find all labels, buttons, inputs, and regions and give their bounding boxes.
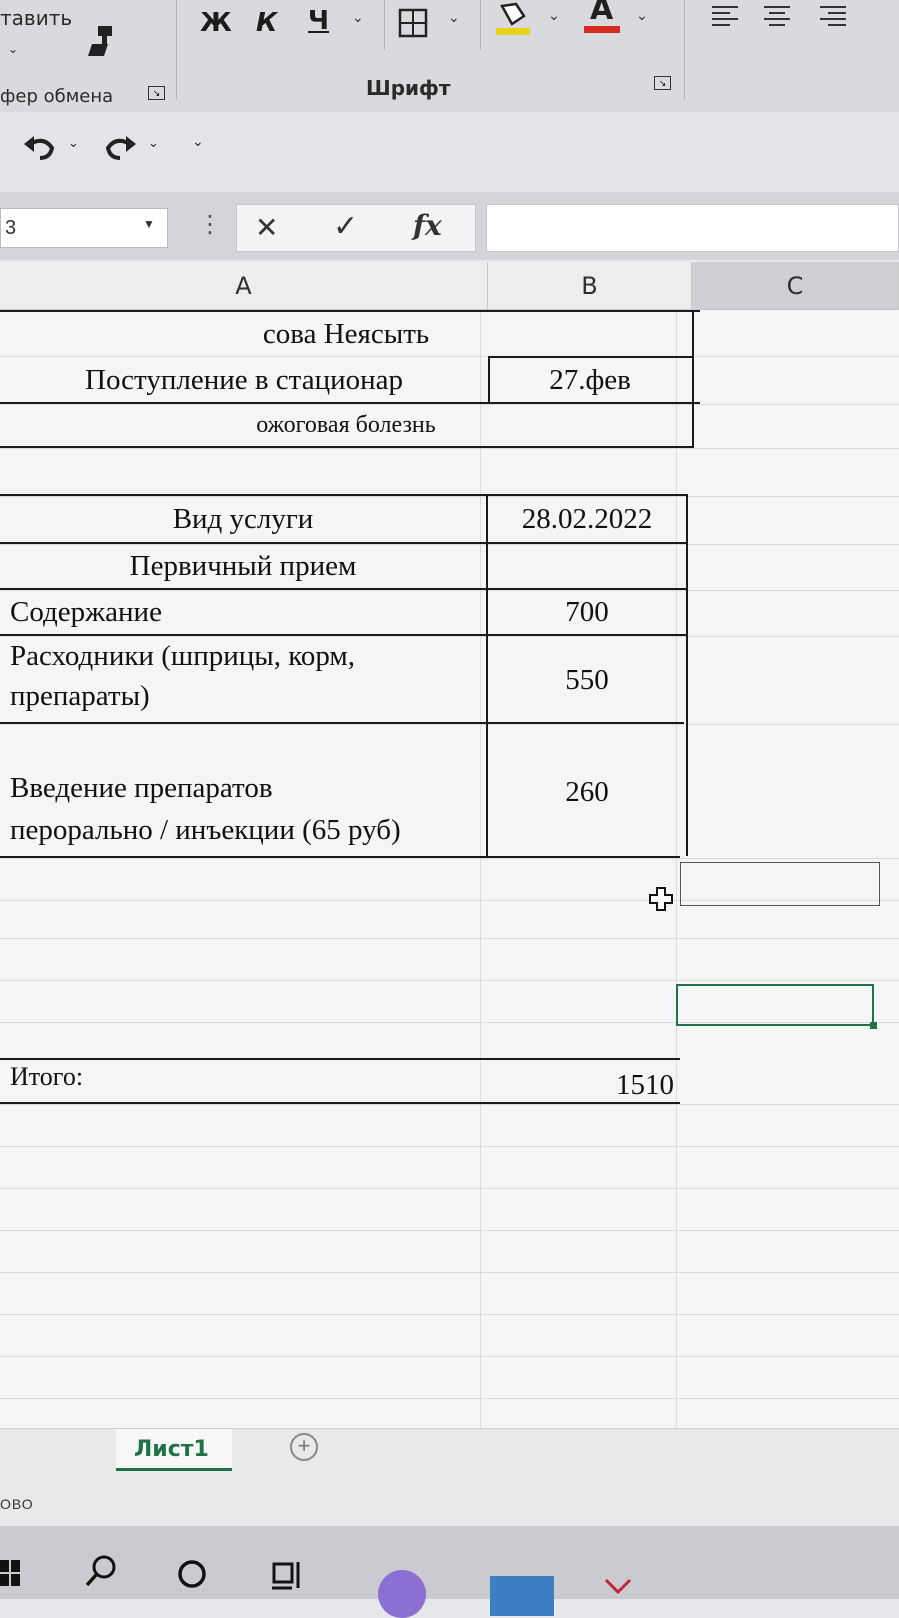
borders-dropdown-icon[interactable]: ⌄: [448, 10, 460, 26]
cell-row3-label-line1[interactable]: Введение препаратов: [10, 768, 273, 808]
search-icon[interactable]: [84, 1554, 118, 1588]
taskbar: [0, 1526, 899, 1618]
fill-handle[interactable]: [870, 1022, 877, 1029]
format-painter-icon[interactable]: [84, 24, 118, 58]
name-box-value: 3: [5, 217, 17, 239]
font-color-dropdown-icon[interactable]: ⌄: [636, 8, 648, 24]
quick-access-toolbar: ⌄ ⌄ ⌄: [0, 112, 899, 192]
sheet-tab-bar: Лист1 +: [0, 1428, 899, 1491]
app-icon[interactable]: [378, 1570, 426, 1618]
bold-button[interactable]: Ж: [200, 8, 232, 38]
customize-qat-icon[interactable]: ⌄: [192, 134, 204, 150]
cell-row3-label-line2[interactable]: перорально / инъекции (65 руб): [10, 810, 401, 850]
paste-button-label[interactable]: тавить: [0, 6, 72, 30]
italic-button[interactable]: К: [256, 8, 277, 38]
font-group-label: Шрифт: [366, 76, 451, 100]
active-cell[interactable]: [676, 984, 874, 1026]
formula-buttons: ✕ ✓ fx: [236, 204, 476, 252]
font-color-swatch: [584, 26, 620, 33]
fill-color-icon[interactable]: [492, 0, 534, 38]
clipboard-group-label: фер обмена: [0, 86, 114, 107]
redo-dropdown-icon[interactable]: ⌄: [148, 136, 159, 151]
clipboard-launcher-icon[interactable]: ↘: [148, 86, 165, 100]
chevron-icon[interactable]: [604, 1578, 632, 1596]
font-color-button[interactable]: A: [590, 0, 613, 27]
cell-admission-date[interactable]: 27.фев: [488, 358, 692, 402]
ribbon: тавить ⌄ фер обмена ↘ Ж К Ч ⌄ ⌄ ⌄ A ⌄ Шр…: [0, 0, 899, 113]
name-box-dropdown-icon[interactable]: ▼: [143, 217, 155, 231]
borders-icon[interactable]: [398, 8, 428, 38]
ribbon-separator: [684, 0, 685, 100]
column-header-a[interactable]: A: [0, 262, 488, 310]
ribbon-separator: [176, 0, 177, 100]
cell-row1-label[interactable]: Содержание: [10, 590, 162, 634]
task-view-icon[interactable]: [270, 1560, 306, 1590]
windows-icon[interactable]: [0, 1560, 20, 1590]
cell-total-value[interactable]: 1510: [488, 1068, 674, 1102]
fill-dropdown-icon[interactable]: ⌄: [548, 8, 560, 24]
cell-first-visit[interactable]: Первичный прием: [0, 544, 486, 588]
cursor-plus-icon: [649, 887, 673, 911]
cell-row1-value[interactable]: 700: [488, 590, 686, 634]
redo-icon[interactable]: [102, 132, 138, 162]
paste-dropdown-icon[interactable]: ⌄: [8, 42, 18, 56]
cell-service-header[interactable]: Вид услуги: [0, 496, 486, 542]
cell-row2-label-line1[interactable]: Расходники (шприцы, корм,: [10, 636, 355, 676]
mail-icon[interactable]: [490, 1576, 554, 1616]
align-right-icon[interactable]: [818, 4, 848, 26]
cell-service-date[interactable]: 28.02.2022: [488, 496, 686, 542]
status-text: ОВО: [0, 1496, 34, 1512]
cell-row2-value[interactable]: 550: [488, 658, 686, 702]
column-header-c[interactable]: C: [692, 262, 899, 310]
cancel-icon[interactable]: ✕: [255, 211, 278, 244]
cell-row2-label-line2[interactable]: препараты): [10, 676, 150, 716]
status-bar: ОВО: [0, 1490, 899, 1526]
cell-title[interactable]: сова Неясыть: [0, 312, 692, 356]
align-left-icon[interactable]: [710, 4, 740, 26]
formula-input[interactable]: [486, 204, 899, 252]
underline-button[interactable]: Ч: [308, 6, 329, 36]
sheet-tab-label: Лист1: [134, 1437, 209, 1462]
insert-function-icon[interactable]: fx: [413, 209, 442, 242]
name-box[interactable]: 3 ▼: [0, 208, 168, 248]
cortana-icon[interactable]: [176, 1558, 208, 1590]
cell-admission-label[interactable]: Поступление в стационар: [0, 358, 488, 402]
cell-row3-value[interactable]: 260: [488, 770, 686, 814]
ribbon-separator: [480, 0, 481, 50]
cell-outline: [680, 862, 880, 906]
column-header-b[interactable]: B: [488, 262, 692, 310]
formula-bar-grip-icon[interactable]: ⋮: [198, 210, 222, 238]
font-launcher-icon[interactable]: ↘: [654, 76, 671, 90]
ribbon-separator: [384, 0, 385, 50]
align-center-icon[interactable]: [762, 4, 792, 26]
cell-diagnosis[interactable]: ожоговая болезнь: [0, 404, 692, 446]
undo-dropdown-icon[interactable]: ⌄: [68, 136, 79, 151]
worksheet[interactable]: A B C сова Неясыть Поступление в стацион: [0, 262, 899, 1428]
cell-total-label[interactable]: Итого:: [10, 1060, 83, 1094]
underline-dropdown-icon[interactable]: ⌄: [352, 10, 364, 26]
enter-icon[interactable]: ✓: [333, 209, 358, 244]
add-sheet-button[interactable]: +: [290, 1433, 318, 1461]
undo-icon[interactable]: [22, 132, 58, 162]
sheet-tab-active[interactable]: Лист1: [116, 1429, 232, 1471]
